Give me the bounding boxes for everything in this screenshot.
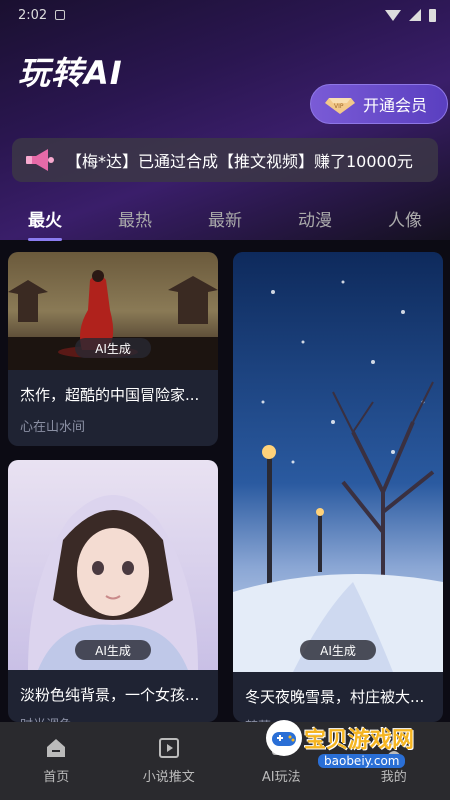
app-title: 玩转AI: [18, 54, 123, 92]
battery-icon: [429, 8, 436, 22]
card-author: 时光调色: [20, 714, 72, 722]
ai-generated-badge: AI生成: [75, 640, 151, 660]
svg-text:VIP: VIP: [334, 103, 344, 110]
nav-novel-label: 小说推文: [142, 770, 195, 785]
artwork-image: [233, 252, 443, 672]
card-title: 冬天夜晚雪景，村庄被大...: [245, 688, 425, 706]
home-icon: [47, 739, 66, 757]
watermark-url: baobeiy.com: [318, 754, 406, 768]
video-icon: [158, 738, 179, 758]
megaphone-icon: [26, 149, 54, 171]
tab-popular[interactable]: 最热: [118, 206, 152, 231]
artwork-card[interactable]: AI生成 淡粉色纯背景，一个女孩... 时光调色: [8, 460, 218, 722]
sim-icon: [55, 10, 66, 20]
watermark-text: 宝贝游戏网: [304, 728, 415, 753]
ai-generated-badge: AI生成: [75, 338, 151, 358]
tab-hottest[interactable]: 最火: [28, 206, 62, 231]
nav-home[interactable]: 首页: [0, 722, 113, 800]
card-title: 杰作，超酷的中国冒险家...: [20, 386, 200, 404]
card-title: 淡粉色纯背景，一个女孩...: [20, 686, 200, 704]
tab-portrait[interactable]: 人像: [388, 206, 422, 231]
signal-icon: [409, 9, 421, 21]
status-time: 2:02: [18, 7, 48, 23]
gamepad-logo-icon: [266, 720, 302, 756]
artwork-image: [8, 460, 218, 670]
notice-text: 【梅*达】已通过合成【推文视频】赚了10000元: [66, 152, 413, 171]
status-bar: 2:02: [0, 0, 450, 30]
vip-button[interactable]: VIP 开通会员: [310, 84, 448, 124]
tab-newest[interactable]: 最新: [208, 206, 242, 231]
ai-generated-badge: AI生成: [300, 640, 376, 660]
nav-novel[interactable]: 小说推文: [113, 722, 226, 800]
tab-indicator: [28, 238, 62, 241]
tab-anime[interactable]: 动漫: [298, 206, 332, 231]
wifi-icon: [385, 9, 401, 21]
vip-button-label: 开通会员: [363, 96, 428, 115]
artwork-card[interactable]: AI生成 杰作，超酷的中国冒险家... 心在山水间: [8, 252, 218, 446]
notice-banner[interactable]: 【梅*达】已通过合成【推文视频】赚了10000元: [12, 138, 438, 182]
card-author: 心在山水间: [20, 420, 86, 435]
watermark: 宝贝游戏网 baobeiy.com: [262, 712, 422, 776]
category-tabs: 最火 最热 最新 动漫 人像: [0, 206, 450, 246]
vip-diamond-icon: VIP: [325, 94, 355, 114]
artwork-card[interactable]: AI生成 冬天夜晚雪景，村庄被大... 梦落: [233, 252, 443, 722]
nav-home-label: 首页: [43, 770, 70, 785]
